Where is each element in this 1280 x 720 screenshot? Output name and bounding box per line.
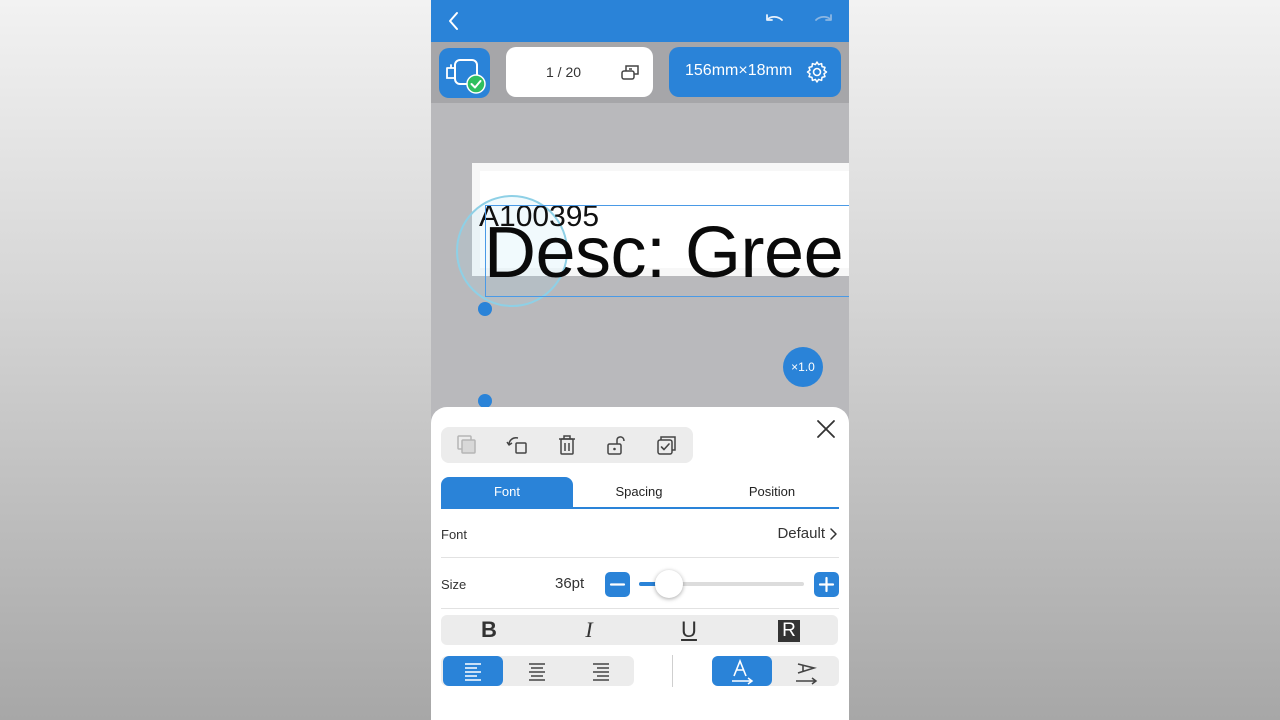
text-style-bar: B I U R xyxy=(441,615,838,645)
tab-font[interactable]: Font xyxy=(441,477,573,507)
top-nav-bar xyxy=(431,0,849,42)
align-left-button[interactable] xyxy=(443,656,503,686)
duplicate-icon[interactable] xyxy=(455,433,479,457)
align-center-button[interactable] xyxy=(507,656,567,686)
close-icon[interactable] xyxy=(815,418,837,440)
pages-icon[interactable] xyxy=(619,61,641,83)
trash-icon[interactable] xyxy=(555,433,579,457)
bold-button[interactable]: B xyxy=(441,615,537,645)
font-row-label: Font xyxy=(441,527,468,542)
page-selector[interactable]: 1 / 20 xyxy=(506,47,653,97)
undo-icon[interactable] xyxy=(761,8,787,34)
direction-bar xyxy=(712,656,839,686)
horizontal-text-button[interactable] xyxy=(712,656,772,686)
unlock-icon[interactable] xyxy=(605,433,629,457)
size-slider-thumb[interactable] xyxy=(654,570,683,598)
resize-handle-top-left[interactable] xyxy=(478,302,492,316)
back-chevron-icon[interactable] xyxy=(441,8,467,34)
underline-button[interactable]: U xyxy=(641,615,737,645)
reverse-label: R xyxy=(778,620,800,643)
align-right-button[interactable] xyxy=(571,656,631,686)
label-toolbar: 1 / 20 156mm×18mm xyxy=(431,42,849,103)
rotate-icon[interactable] xyxy=(505,433,529,457)
redo-icon[interactable] xyxy=(811,8,837,34)
decrease-size-button[interactable] xyxy=(605,572,630,597)
object-action-bar xyxy=(441,427,693,463)
alignment-bar xyxy=(441,656,634,686)
settings-gear-icon[interactable] xyxy=(805,60,829,84)
size-row-label: Size xyxy=(441,577,467,592)
increase-size-button[interactable] xyxy=(814,572,839,597)
italic-button[interactable]: I xyxy=(541,615,637,645)
size-value: 36pt xyxy=(555,575,585,592)
reverse-button[interactable]: R xyxy=(741,615,837,645)
text-properties-sheet: Font Spacing Position Font Default Size … xyxy=(431,407,849,720)
text-selection-box[interactable] xyxy=(485,205,849,297)
multi-select-icon[interactable] xyxy=(655,433,679,457)
resize-handle-bottom-left[interactable] xyxy=(478,394,492,408)
phone-screen: 1 / 20 156mm×18mm A100395 Desc: Gree ×1.… xyxy=(431,0,849,720)
tab-position[interactable]: Position xyxy=(705,477,839,507)
page-counter: 1 / 20 xyxy=(545,64,582,80)
property-tabs: Font Spacing Position xyxy=(441,477,839,509)
template-button[interactable] xyxy=(439,48,490,98)
scale-badge[interactable]: ×1.0 xyxy=(783,347,823,387)
font-row[interactable]: Font Default xyxy=(441,515,839,558)
chevron-right-icon xyxy=(829,527,839,541)
toolbar-divider xyxy=(672,655,673,687)
label-size-button[interactable]: 156mm×18mm xyxy=(669,47,841,97)
label-size-text: 156mm×18mm xyxy=(685,62,793,79)
tab-spacing[interactable]: Spacing xyxy=(573,477,705,507)
font-value: Default xyxy=(777,525,825,542)
rotated-text-button[interactable] xyxy=(776,656,836,686)
